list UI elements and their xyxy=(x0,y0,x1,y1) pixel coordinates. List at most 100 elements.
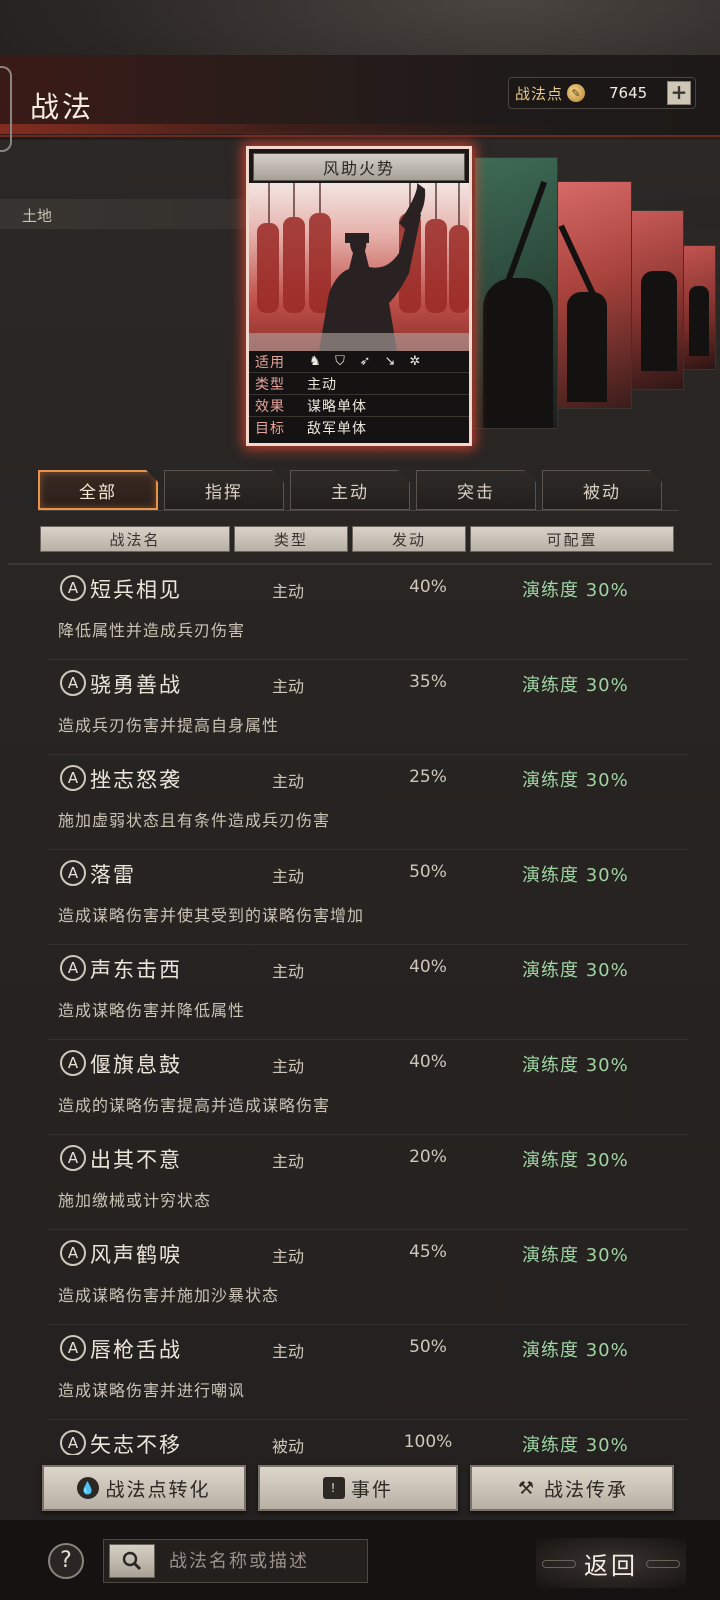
tactic-name: 唇枪舌战 xyxy=(90,1338,182,1362)
tactic-points-box: 战法点 ✎ 7645 + xyxy=(508,77,696,109)
coin-icon: ✎ xyxy=(567,84,586,102)
card-info-key: 适用 xyxy=(255,354,285,371)
tactic-name: 挫志怒袭 xyxy=(90,768,182,792)
terrain-label: 土地 xyxy=(22,207,53,225)
convert-points-button[interactable]: 💧 战法点转化 xyxy=(42,1465,246,1511)
card-info-key: 目标 xyxy=(255,421,285,437)
table-row[interactable]: A 唇枪舌战 主动 50% 演练度 30% 造成谋略伤害并进行嘲讽 xyxy=(48,1325,688,1420)
back-label: 返回 xyxy=(584,1551,638,1580)
tab-passive[interactable]: 被动 xyxy=(542,470,662,510)
side-bracket xyxy=(0,66,12,152)
grade-a-icon: A xyxy=(60,1240,86,1266)
tab-all[interactable]: 全部 xyxy=(38,470,158,510)
tactic-rate: 100% xyxy=(403,1432,453,1452)
card-title: 风助火势 xyxy=(322,159,395,178)
tactic-rate: 40% xyxy=(409,577,447,597)
table-row[interactable]: A 声东击西 主动 40% 演练度 30% 造成谋略伤害并降低属性 xyxy=(48,945,688,1040)
tactic-description: 降低属性并造成兵刃伤害 xyxy=(58,621,246,640)
help-button[interactable]: ? xyxy=(48,1543,84,1579)
column-header-name[interactable]: 战法名 xyxy=(40,526,230,552)
tactic-config: 演练度 30% xyxy=(522,770,629,791)
add-points-button[interactable]: + xyxy=(667,81,692,105)
featured-tactic-card[interactable]: 风助火势 适用 ♞ ⛉ ➶ ↘ ✲ 类型 主动 效果 谋略单体 目标 敌军单体 xyxy=(246,146,472,446)
back-button[interactable]: 返回 xyxy=(536,1538,686,1588)
grade-a-icon: A xyxy=(60,1430,86,1455)
tactic-points-label: 战法点 xyxy=(515,84,564,103)
card-title-bar: 风助火势 xyxy=(253,153,465,181)
tactic-description: 施加虚弱状态且有条件造成兵刃伤害 xyxy=(58,811,331,830)
column-headers: 战法名 类型 发动 可配置 xyxy=(40,526,674,552)
tactic-config: 演练度 30% xyxy=(522,1055,629,1076)
tactic-type: 主动 xyxy=(272,1247,305,1266)
table-row[interactable]: A 风声鹤唳 主动 45% 演练度 30% 造成谋略伤害并施加沙暴状态 xyxy=(48,1230,688,1325)
tab-assault[interactable]: 突击 xyxy=(416,470,536,510)
card-info-row-effect: 效果 谋略单体 xyxy=(249,395,469,417)
tactic-card-back-3[interactable] xyxy=(626,210,684,390)
card-artwork xyxy=(249,183,469,351)
drop-icon: 💧 xyxy=(77,1477,100,1499)
table-row[interactable]: A 挫志怒袭 主动 25% 演练度 30% 施加虚弱状态且有条件造成兵刃伤害 xyxy=(48,755,688,850)
tactic-config: 演练度 30% xyxy=(522,1245,629,1266)
tactic-name: 矢志不移 xyxy=(90,1433,182,1455)
back-ornament-left xyxy=(542,1560,576,1568)
tactic-rate: 20% xyxy=(409,1147,447,1167)
tactic-config: 演练度 30% xyxy=(522,865,629,886)
tactic-card-back-2[interactable] xyxy=(556,181,632,409)
table-row[interactable]: A 骁勇善战 主动 35% 演练度 30% 造成兵刃伤害并提高自身属性 xyxy=(48,660,688,755)
tactic-config: 演练度 30% xyxy=(522,1435,629,1455)
convert-points-label: 战法点转化 xyxy=(105,1478,211,1501)
tactic-rate: 50% xyxy=(409,1337,447,1357)
back-ornament-right xyxy=(646,1560,680,1568)
table-row[interactable]: A 落雷 主动 50% 演练度 30% 造成谋略伤害并使其受到的谋略伤害增加 xyxy=(48,850,688,945)
grade-a-icon: A xyxy=(60,575,86,601)
tactic-config: 演练度 30% xyxy=(522,1150,629,1171)
troop-type-icons: ♞ ⛉ ➶ ↘ ✲ xyxy=(299,354,423,369)
table-row[interactable]: A 出其不意 主动 20% 演练度 30% 施加缴械或计穷状态 xyxy=(48,1135,688,1230)
card-info-panel: 适用 ♞ ⛉ ➶ ↘ ✲ 类型 主动 效果 谋略单体 目标 敌军单体 xyxy=(249,351,469,443)
action-buttons: 💧 战法点转化 ! 事件 ⚒ 战法传承 xyxy=(42,1465,674,1511)
grade-a-icon: A xyxy=(60,1335,86,1361)
tactic-description: 施加缴械或计穷状态 xyxy=(58,1191,212,1210)
tactic-description: 造成谋略伤害并施加沙暴状态 xyxy=(58,1286,280,1305)
tactic-name: 落雷 xyxy=(90,863,136,887)
tactic-type: 主动 xyxy=(272,772,305,791)
page-title: 战法 xyxy=(30,90,95,124)
tactic-type: 被动 xyxy=(272,1437,305,1455)
tab-active[interactable]: 主动 xyxy=(290,470,410,510)
table-row[interactable]: A 偃旗息鼓 主动 40% 演练度 30% 造成的谋略伤害提高并造成谋略伤害 xyxy=(48,1040,688,1135)
card-info-key: 效果 xyxy=(255,398,285,415)
events-button[interactable]: ! 事件 xyxy=(258,1465,458,1511)
card-info-key: 类型 xyxy=(255,376,285,393)
tactic-type: 主动 xyxy=(272,677,305,696)
card-info-value: 敌军单体 xyxy=(307,421,367,437)
grade-a-icon: A xyxy=(60,765,86,791)
grade-a-icon: A xyxy=(60,1145,86,1171)
tactic-name: 短兵相见 xyxy=(90,578,182,602)
inherit-tactic-button[interactable]: ⚒ 战法传承 xyxy=(470,1465,674,1511)
card-info-row-type: 类型 主动 xyxy=(249,373,469,395)
bow-icon: ➶ xyxy=(359,354,371,369)
tactic-rate: 35% xyxy=(409,672,447,692)
table-row[interactable]: A 矢志不移 被动 100% 演练度 30% xyxy=(48,1420,688,1455)
tab-command[interactable]: 指挥 xyxy=(164,470,284,510)
tactic-type: 主动 xyxy=(272,1342,305,1361)
search-box xyxy=(103,1539,368,1583)
column-header-type[interactable]: 类型 xyxy=(234,526,348,552)
tactic-rate: 45% xyxy=(409,1242,447,1262)
column-header-config[interactable]: 可配置 xyxy=(470,526,674,552)
tactic-name: 偃旗息鼓 xyxy=(90,1053,182,1077)
filter-tabs: 全部 指挥 主动 突击 被动 xyxy=(38,470,662,510)
tactic-card-back-1[interactable] xyxy=(474,157,558,429)
search-input[interactable] xyxy=(169,1550,359,1572)
horse-icon: ♞ xyxy=(309,354,321,369)
table-row[interactable]: A 短兵相见 主动 40% 演练度 30% 降低属性并造成兵刃伤害 xyxy=(48,565,688,660)
tactic-name: 骁勇善战 xyxy=(90,673,182,697)
tactic-card-back-4[interactable] xyxy=(682,245,716,370)
spear-icon: ↘ xyxy=(384,354,396,369)
search-icon[interactable] xyxy=(109,1544,155,1578)
column-header-rate[interactable]: 发动 xyxy=(352,526,466,552)
tactic-description: 造成兵刃伤害并提高自身属性 xyxy=(58,716,280,735)
card-info-value: 谋略单体 xyxy=(307,398,367,415)
hammer-icon: ⚒ xyxy=(517,1477,537,1499)
card-info-value: 主动 xyxy=(307,376,337,393)
